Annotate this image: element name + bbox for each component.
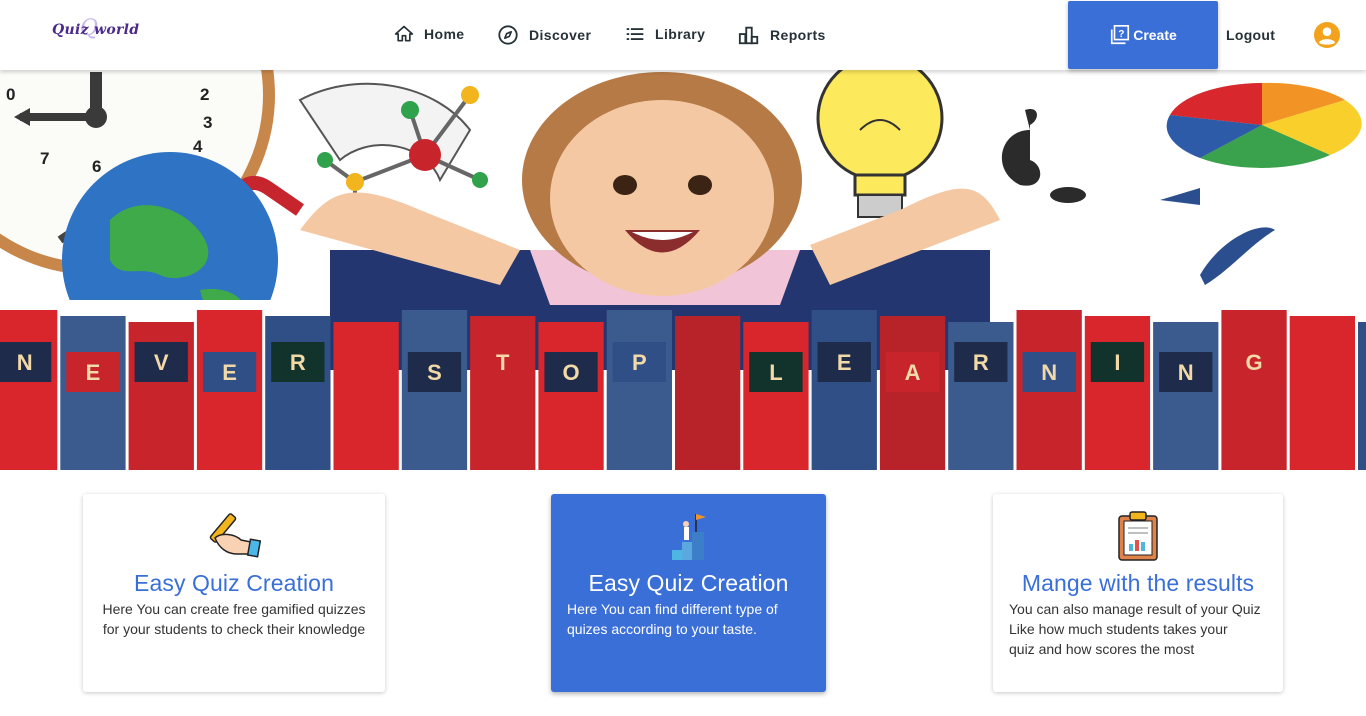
book-spine	[1358, 322, 1366, 470]
book-spine	[538, 322, 604, 470]
book-letter: P	[632, 350, 647, 375]
svg-text:7: 7	[40, 149, 49, 168]
book-letter: R	[973, 350, 989, 375]
description-line: Like how much students takes your	[1009, 621, 1228, 637]
book-letter: L	[769, 360, 782, 385]
hero-illustration: 2345670	[0, 70, 1366, 470]
description-line: Here You can create free gamified quizze…	[102, 601, 366, 617]
book-spines: NEVERSTOPLEARNING	[0, 310, 1366, 470]
account-circle-icon[interactable]	[1314, 22, 1340, 48]
create-button[interactable]: ? Create	[1068, 1, 1218, 69]
paint-stroke-icon	[1200, 227, 1275, 285]
svg-text:2: 2	[200, 85, 209, 104]
paint-stroke-icon	[1160, 188, 1200, 205]
book-letter: T	[496, 350, 510, 375]
book-letter: E	[837, 350, 852, 375]
quiz-create-icon: ?	[1111, 25, 1130, 45]
book-spine	[879, 316, 946, 470]
description-line: Here You can find different type of	[567, 601, 778, 617]
feature-card-title: Easy Quiz Creation	[588, 570, 789, 596]
nav-discover-label: Discover	[529, 27, 592, 43]
book-letter: N	[17, 350, 33, 375]
book-spine	[60, 316, 126, 470]
book-spine	[0, 310, 58, 470]
book-letter: A	[905, 360, 921, 385]
feature-card-discover[interactable]: Easy Quiz Creation Here You can find dif…	[551, 494, 826, 692]
description-line: quizes according to your taste.	[567, 621, 757, 637]
nav-discover[interactable]: Discover	[497, 24, 591, 46]
book-letter: N	[1178, 360, 1194, 385]
book-letter: R	[290, 350, 306, 375]
svg-text:3: 3	[203, 113, 212, 132]
book-letter: N	[1041, 360, 1057, 385]
hand-writing-icon	[209, 513, 261, 558]
create-button-label: Create	[1133, 27, 1177, 43]
feature-card-results[interactable]: Mange with the results You can also mana…	[993, 494, 1283, 692]
compass-icon	[498, 25, 518, 45]
description-line: You can also manage result of your Quiz	[1009, 601, 1261, 617]
svg-text:4: 4	[193, 137, 203, 156]
logout-button[interactable]: Logout	[1226, 27, 1275, 43]
book-spine	[265, 316, 331, 470]
nav-reports-label: Reports	[770, 27, 826, 43]
logo-text: Quiz world	[52, 22, 140, 38]
description-line: quiz and how scores the most	[1009, 641, 1195, 657]
top-app-bar: Q Quiz world Home Discover Library Repor…	[0, 0, 1366, 70]
book-spine	[1289, 316, 1355, 470]
light-bulb-icon	[816, 70, 944, 218]
clipboard-report-icon	[1118, 511, 1158, 561]
svg-text:6: 6	[92, 157, 101, 176]
bar-chart-icon	[738, 26, 759, 45]
book-spine	[1084, 316, 1151, 470]
feature-card-description: Here You can find different type of quiz…	[551, 599, 826, 639]
book-letter: I	[1114, 350, 1120, 375]
book-spine	[606, 310, 672, 470]
music-note-icon	[1001, 108, 1086, 203]
book-letter: E	[86, 360, 101, 385]
book-spine	[675, 316, 741, 470]
nav-reports[interactable]: Reports	[738, 24, 826, 46]
book-letter: V	[154, 350, 169, 375]
svg-text:0: 0	[6, 85, 15, 104]
feature-card-description: You can also manage result of your Quiz …	[993, 599, 1283, 659]
book-letter: E	[222, 360, 237, 385]
nav-home-label: Home	[424, 26, 465, 42]
book-spine	[1221, 310, 1287, 470]
feature-card-title: Mange with the results	[1021, 570, 1255, 596]
book-spine	[333, 322, 399, 470]
book-spine	[743, 322, 809, 470]
feature-card-description: Here You can create free gamified quizze…	[83, 599, 385, 639]
hero-banner-image: 2345670	[0, 70, 1366, 470]
book-letter: O	[562, 360, 579, 385]
book-letter: S	[427, 360, 442, 385]
book-spine	[1153, 322, 1219, 470]
nav-library[interactable]: Library	[625, 24, 705, 44]
home-icon	[394, 25, 414, 42]
book-letter: G	[1245, 350, 1262, 375]
svg-text:?: ?	[1119, 29, 1125, 40]
goal-stairs-icon	[671, 514, 706, 560]
book-spine	[811, 310, 877, 470]
pie-chart-icon	[1166, 82, 1362, 168]
book-spine	[470, 316, 536, 470]
list-icon	[626, 28, 644, 40]
quiz-world-logo[interactable]: Q Quiz world	[52, 16, 140, 41]
feature-card-title: Easy Quiz Creation	[134, 570, 334, 596]
feature-card-create[interactable]: Easy Quiz Creation Here You can create f…	[83, 494, 385, 692]
nav-library-label: Library	[655, 26, 706, 42]
description-line: for your students to check their knowled…	[102, 621, 366, 637]
nav-home[interactable]: Home	[394, 24, 465, 44]
